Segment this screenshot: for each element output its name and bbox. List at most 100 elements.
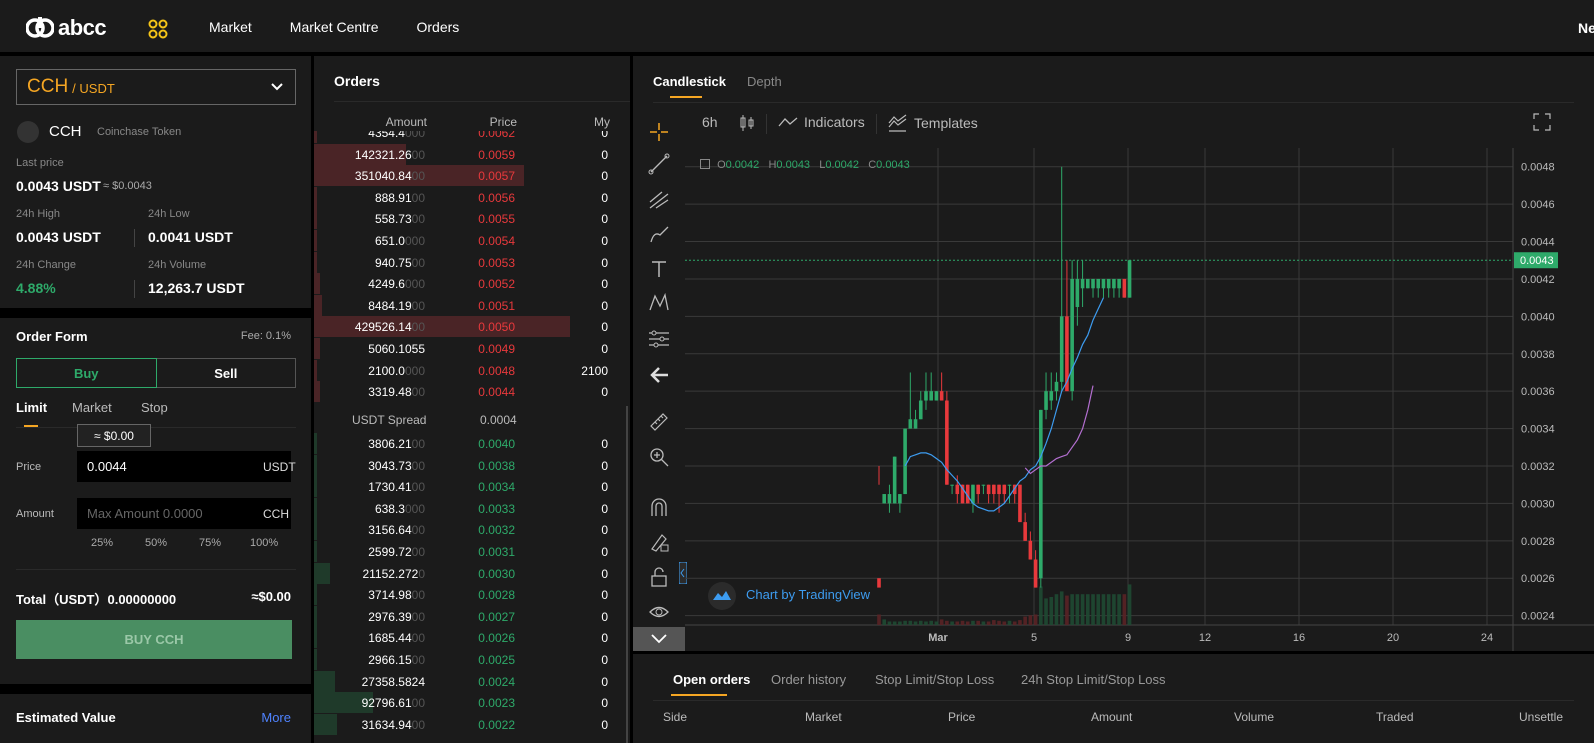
- amount-padding: 00: [411, 545, 425, 559]
- ask-row[interactable]: 2100.0000 0.0048 2100: [314, 359, 630, 381]
- ask-row[interactable]: 429526.1400 0.0050 0: [314, 316, 630, 338]
- volume-bar: [1044, 598, 1048, 625]
- ask-row[interactable]: 3319.4800 0.0044 0: [314, 381, 630, 403]
- pitchfork-icon[interactable]: [648, 188, 670, 210]
- bid-row[interactable]: 27358.5824 0.0024 0: [314, 670, 630, 692]
- candlestick-chart[interactable]: 0.0048 0.0046 0.0044 0.0042 0.0040 0.0038 0.00…: [685, 148, 1594, 651]
- brush-icon[interactable]: [648, 223, 670, 245]
- x-tick-label: 16: [1293, 632, 1305, 644]
- percent-25[interactable]: 25%: [91, 537, 113, 549]
- arrow-left-icon[interactable]: [648, 364, 670, 386]
- ohlc-c-label: C: [868, 159, 877, 171]
- amount-padding: 00: [411, 169, 425, 184]
- top-bar: abcc Market Market Centre Orders Ne: [0, 0, 1594, 54]
- volume-bar: [1086, 594, 1090, 625]
- expand-button[interactable]: [633, 627, 685, 651]
- apps-grid-icon[interactable]: [148, 19, 168, 39]
- ask-row[interactable]: 888.9100 0.0056 0: [314, 186, 630, 208]
- nav-orders[interactable]: Orders: [417, 19, 460, 35]
- text-tool-icon[interactable]: [648, 258, 670, 280]
- templates-button[interactable]: Templates: [888, 114, 978, 132]
- fullscreen-icon[interactable]: [1533, 113, 1551, 131]
- ask-row[interactable]: 651.0000 0.0054 0: [314, 230, 630, 251]
- magnet-icon[interactable]: [648, 496, 670, 518]
- ask-row[interactable]: 142321.2600 0.0059 0: [314, 143, 630, 165]
- ask-row[interactable]: 5060.1055 0.0049 0: [314, 338, 630, 359]
- orders-panel: Open orders Order history Stop Limit/Sto…: [633, 654, 1594, 743]
- ruler-icon[interactable]: [648, 411, 670, 433]
- tab-market[interactable]: Market: [72, 400, 112, 415]
- volume-bar: [1039, 586, 1043, 625]
- order-book-scrollbar[interactable]: [626, 406, 628, 743]
- percent-75[interactable]: 75%: [199, 537, 221, 549]
- bid-row[interactable]: 31634.9400 0.0022 0: [314, 713, 630, 735]
- y-tick-label: 0.0024: [1521, 611, 1555, 623]
- tab-candlestick[interactable]: Candlestick: [653, 74, 726, 89]
- bid-row[interactable]: 1730.4100 0.0034 0: [314, 476, 630, 498]
- interval-selector[interactable]: 6h: [702, 114, 718, 130]
- abcc-logo[interactable]: abcc: [26, 14, 107, 42]
- pattern-icon[interactable]: [648, 292, 670, 314]
- sell-tab[interactable]: Sell: [156, 358, 296, 388]
- ask-row[interactable]: 8484.1900 0.0051 0: [314, 294, 630, 316]
- percent-100[interactable]: 100%: [250, 537, 278, 549]
- ask-row[interactable]: 4249.6000 0.0052 0: [314, 273, 630, 295]
- nav-market[interactable]: Market: [209, 19, 252, 35]
- tab-24h-stop-limit[interactable]: 24h Stop Limit/Stop Loss: [1021, 672, 1166, 687]
- nav-right-truncated[interactable]: Ne: [1578, 20, 1594, 36]
- ask-row[interactable]: 940.7500 0.0053 0: [314, 251, 630, 273]
- pair-selector[interactable]: CCH / USDT: [16, 69, 296, 105]
- tab-open-orders[interactable]: Open orders: [673, 672, 750, 687]
- my-order-amount: 0: [601, 437, 608, 451]
- y-tick-label: 0.0030: [1521, 498, 1555, 510]
- more-link[interactable]: More: [261, 710, 291, 725]
- buy-tab[interactable]: Buy: [16, 358, 157, 388]
- fib-icon[interactable]: [648, 328, 670, 350]
- bid-row[interactable]: 3043.7300 0.0038 0: [314, 454, 630, 476]
- ask-row[interactable]: 351040.8400 0.0057 0: [314, 165, 630, 187]
- logo-text: abcc: [58, 15, 107, 40]
- volume-bar: [950, 621, 954, 625]
- candle-type-icon[interactable]: [739, 114, 755, 132]
- divider: [334, 101, 630, 102]
- amount-field[interactable]: CCH: [77, 498, 291, 529]
- tradingview-link[interactable]: Chart by TradingView: [746, 587, 870, 602]
- bid-row[interactable]: 3806.2100 0.0040 0: [314, 433, 630, 454]
- bid-row[interactable]: 3714.9800 0.0028 0: [314, 584, 630, 606]
- zoom-in-icon[interactable]: [648, 446, 670, 468]
- order-amount: 21152.2720: [362, 566, 425, 581]
- bid-row[interactable]: 92796.6100 0.0023 0: [314, 692, 630, 714]
- tab-stop[interactable]: Stop: [141, 400, 168, 415]
- price-input[interactable]: [87, 459, 263, 474]
- ask-row[interactable]: 558.7300 0.0055 0: [314, 208, 630, 230]
- bid-row[interactable]: 3156.6400 0.0032 0: [314, 519, 630, 541]
- low-value: 0.0041 USDT: [148, 229, 233, 245]
- legend-toggle-icon[interactable]: [700, 159, 710, 169]
- crosshair-icon[interactable]: [648, 121, 670, 143]
- amount-padding: 00: [411, 147, 425, 162]
- bid-row[interactable]: 2976.3900 0.0027 0: [314, 605, 630, 627]
- trend-line-icon[interactable]: [648, 153, 670, 175]
- bid-row[interactable]: 2599.7200 0.0031 0: [314, 541, 630, 562]
- order-price: 0.0053: [478, 255, 515, 270]
- tab-limit[interactable]: Limit: [16, 400, 47, 415]
- bid-row[interactable]: 638.3000 0.0033 0: [314, 497, 630, 519]
- bid-row[interactable]: 21152.2720 0.0030 0: [314, 562, 630, 584]
- tab-stop-limit[interactable]: Stop Limit/Stop Loss: [875, 672, 994, 687]
- indicators-button[interactable]: Indicators: [778, 114, 865, 130]
- nav-market-centre[interactable]: Market Centre: [290, 19, 379, 35]
- eye-icon[interactable]: [648, 601, 670, 623]
- candle-body: [892, 456, 897, 504]
- unlock-icon[interactable]: [648, 566, 670, 588]
- percent-50[interactable]: 50%: [145, 537, 167, 549]
- lock-drawing-icon[interactable]: [648, 531, 670, 553]
- price-field[interactable]: USDT: [77, 451, 296, 482]
- amount-input[interactable]: [87, 506, 263, 521]
- buy-submit-button[interactable]: BUY CCH: [16, 620, 292, 659]
- tab-order-history[interactable]: Order history: [771, 672, 846, 687]
- depth-bar: [314, 208, 317, 230]
- tab-depth[interactable]: Depth: [747, 74, 782, 89]
- tradingview-logo[interactable]: [708, 582, 736, 610]
- bid-row[interactable]: 2966.1500 0.0025 0: [314, 649, 630, 670]
- bid-row[interactable]: 1685.4400 0.0026 0: [314, 627, 630, 649]
